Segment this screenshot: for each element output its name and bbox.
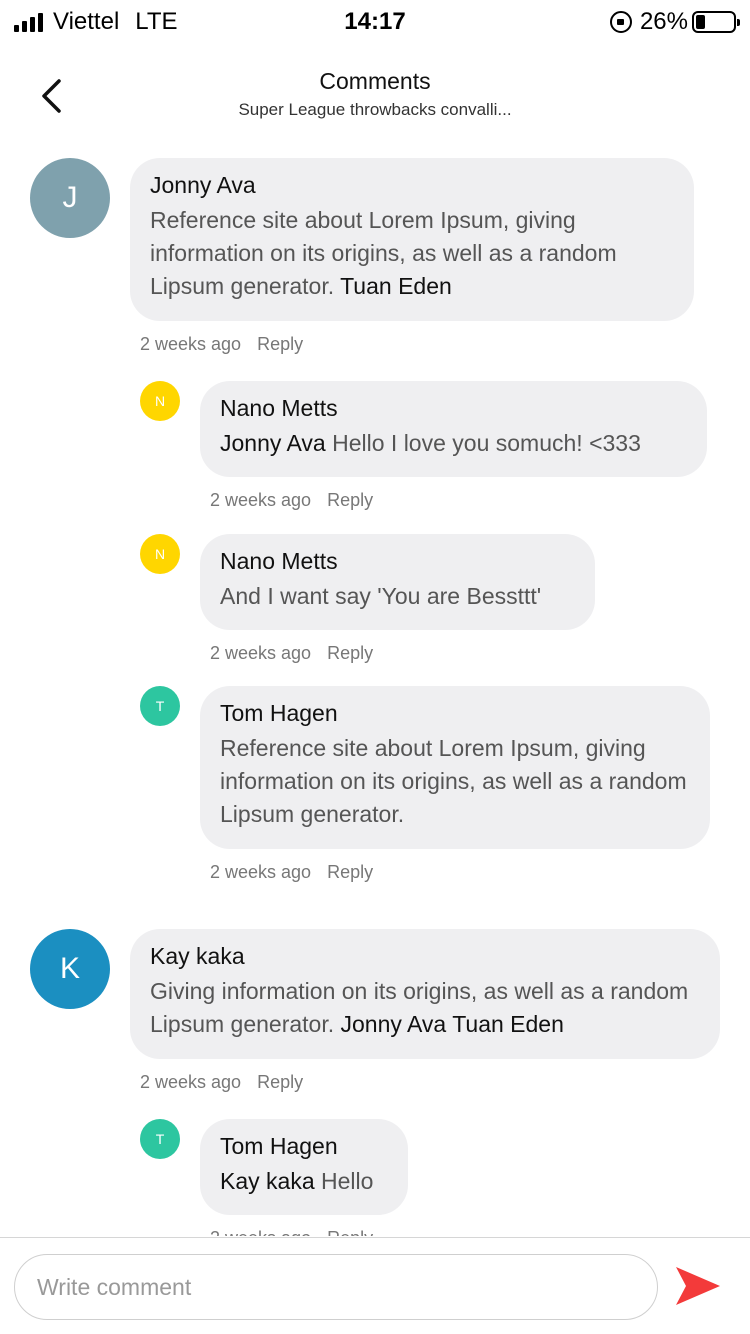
avatar[interactable]: T: [140, 686, 180, 726]
comment-time: 2 weeks ago: [210, 490, 312, 510]
comment-meta: 2 weeks ago Reply: [140, 334, 303, 355]
comment-bubble: Nano Metts And I want say 'You are Besst…: [200, 534, 595, 630]
comment-author[interactable]: Tom Hagen: [220, 698, 690, 728]
reply-button[interactable]: Reply: [327, 1228, 373, 1236]
reply-button[interactable]: Reply: [257, 334, 303, 355]
mention[interactable]: Tuan Eden: [340, 273, 452, 299]
comment-bubble: Jonny Ava Reference site about Lorem Ips…: [130, 158, 694, 321]
reply-button[interactable]: Reply: [327, 862, 373, 883]
comments-list[interactable]: J Jonny Ava Reference site about Lorem I…: [0, 0, 750, 1236]
comment-author[interactable]: Nano Metts: [220, 546, 575, 576]
comment-meta: 2 weeks ago Reply: [210, 643, 373, 664]
comment-author[interactable]: Jonny Ava: [150, 170, 674, 200]
reply-button[interactable]: Reply: [327, 490, 373, 511]
comment-text: Giving information on its origins, as we…: [150, 978, 689, 1037]
comment-bubble: Nano Metts Jonny Ava Hello I love you so…: [200, 381, 707, 477]
avatar[interactable]: N: [140, 381, 180, 421]
comment-bubble: Tom Hagen Reference site about Lorem Ips…: [200, 686, 710, 849]
reply-button[interactable]: Reply: [327, 643, 373, 664]
avatar[interactable]: N: [140, 534, 180, 574]
comment-text: Reference site about Lorem Ipsum, giving…: [220, 735, 687, 827]
comment-meta: 2 weeks ago Reply: [210, 490, 373, 511]
comment-author[interactable]: Tom Hagen: [220, 1131, 388, 1161]
mention[interactable]: Jonny Ava: [220, 430, 326, 456]
comment-time: 2 weeks ago: [210, 643, 312, 663]
comment-bubble: Tom Hagen Kay kaka Hello: [200, 1119, 408, 1215]
comment-author[interactable]: Nano Metts: [220, 393, 687, 423]
comment-time: 2 weeks ago: [140, 1072, 242, 1092]
reply-button[interactable]: Reply: [257, 1072, 303, 1093]
mention[interactable]: Jonny Ava Tuan Eden: [341, 1011, 564, 1037]
avatar[interactable]: J: [30, 158, 110, 238]
send-icon: [676, 1267, 720, 1305]
avatar[interactable]: T: [140, 1119, 180, 1159]
page-subtitle: Super League throwbacks convalli...: [238, 100, 512, 119]
comment-meta: 2 weeks ago Reply: [210, 1228, 373, 1236]
comment-input-wrapper: [14, 1254, 658, 1320]
avatar[interactable]: K: [30, 929, 110, 1009]
comment-bubble: Kay kaka Giving information on its origi…: [130, 929, 720, 1059]
comment-time: 2 weeks ago: [210, 862, 312, 882]
comment-text: And I want say 'You are Bessttt': [220, 583, 542, 609]
comment-meta: 2 weeks ago Reply: [140, 1072, 303, 1093]
comment-text: Kay kaka Hello: [220, 1168, 374, 1194]
mention[interactable]: Kay kaka: [220, 1168, 315, 1194]
comment-text: Reference site about Lorem Ipsum, giving…: [150, 207, 617, 299]
comment-time: 2 weeks ago: [210, 1228, 311, 1236]
comment-time: 2 weeks ago: [140, 334, 242, 354]
page-title: Comments: [319, 68, 431, 94]
send-button[interactable]: [674, 1264, 722, 1308]
header: Comments Super League throwbacks convall…: [0, 60, 750, 140]
comment-author[interactable]: Kay kaka: [150, 941, 700, 971]
comment-text: Jonny Ava Hello I love you somuch! <333: [220, 430, 641, 456]
comment-composer: [0, 1237, 750, 1334]
comment-meta: 2 weeks ago Reply: [210, 862, 373, 883]
comment-input[interactable]: [15, 1255, 657, 1319]
